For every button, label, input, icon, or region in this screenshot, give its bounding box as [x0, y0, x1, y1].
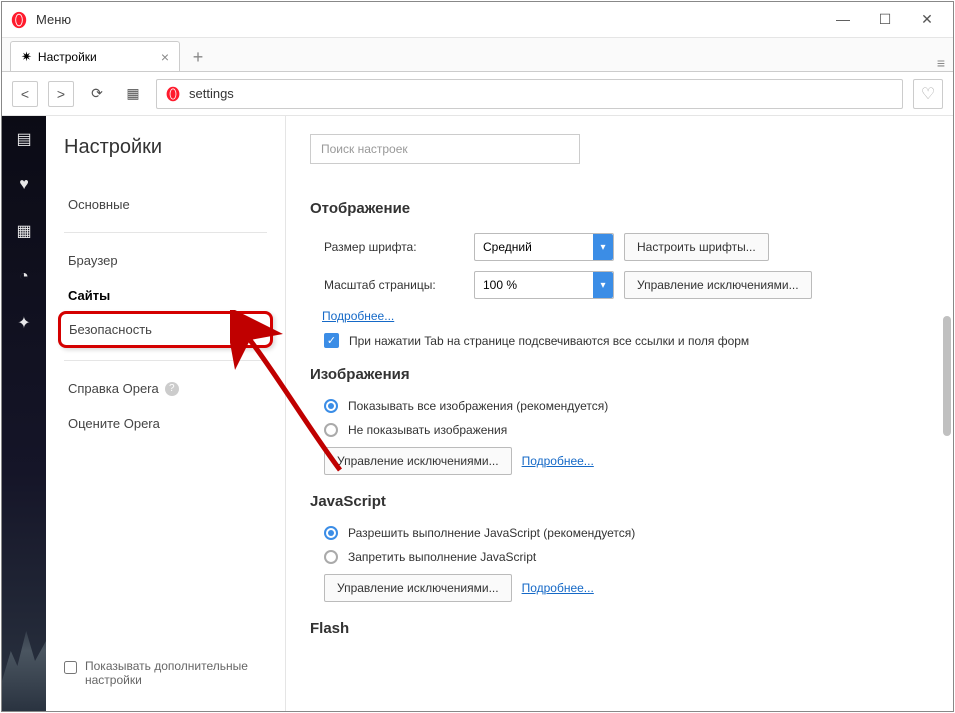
- url-text: settings: [189, 86, 234, 101]
- news-icon[interactable]: ▦: [13, 220, 35, 242]
- sidebar-title: Настройки: [64, 136, 267, 159]
- show-advanced-toggle[interactable]: Показывать дополнительные настройки: [64, 659, 267, 691]
- separator: [64, 232, 267, 233]
- sidebar-item-security[interactable]: Безопасность: [69, 320, 262, 339]
- tab-settings[interactable]: ✷ Настройки ×: [10, 41, 180, 71]
- section-flash-title: Flash: [310, 620, 929, 637]
- page-zoom-label: Масштаб страницы:: [324, 278, 464, 292]
- settings-main: Поиск настроек Отображение Размер шрифта…: [286, 116, 953, 711]
- js-block-radio[interactable]: [324, 550, 338, 564]
- tab-highlight-label: При нажатии Tab на странице подсвечивают…: [349, 334, 749, 348]
- show-advanced-checkbox[interactable]: [64, 661, 77, 674]
- display-more-link[interactable]: Подробнее...: [322, 309, 394, 323]
- bookmarks-icon[interactable]: ♥: [13, 174, 35, 196]
- back-button[interactable]: <: [12, 81, 38, 107]
- browser-window: Меню — ☐ ✕ ✷ Настройки × + ≡ < > ⟳ ▦ set…: [1, 1, 954, 712]
- opera-url-icon: [165, 86, 181, 102]
- images-more-link[interactable]: Подробнее...: [522, 454, 594, 468]
- gear-icon: ✷: [21, 49, 32, 65]
- js-allow-radio[interactable]: [324, 526, 338, 540]
- images-show-radio[interactable]: [324, 399, 338, 413]
- settings-sidebar: Настройки Основные Браузер Сайты Безопас…: [46, 116, 286, 711]
- highlight-annotation: Безопасность: [58, 311, 273, 348]
- sidebar-item-sites[interactable]: Сайты: [64, 278, 267, 313]
- help-icon: ?: [165, 382, 179, 396]
- close-button[interactable]: ✕: [915, 11, 939, 28]
- speed-dial-button[interactable]: ▦: [120, 81, 146, 107]
- chevron-down-icon: ▾: [593, 272, 613, 298]
- speed-dial-icon[interactable]: ▤: [13, 128, 35, 150]
- scrollbar[interactable]: [943, 316, 951, 436]
- history-icon[interactable]: ◔: [13, 266, 35, 288]
- sidebar-item-help[interactable]: Справка Opera ?: [64, 371, 267, 406]
- sidebar-item-rate[interactable]: Оцените Opera: [64, 406, 267, 441]
- images-exceptions-button[interactable]: Управление исключениями...: [324, 447, 512, 475]
- tab-menu-button[interactable]: ≡: [937, 55, 945, 71]
- section-images-title: Изображения: [310, 366, 929, 383]
- reload-button[interactable]: ⟳: [84, 81, 110, 107]
- separator: [64, 360, 267, 361]
- sidebar-item-browser[interactable]: Браузер: [64, 243, 267, 278]
- tab-close-icon[interactable]: ×: [161, 49, 169, 65]
- tab-highlight-checkbox[interactable]: ✓: [324, 333, 339, 348]
- font-size-select[interactable]: Средний ▾: [474, 233, 614, 261]
- search-input[interactable]: Поиск настроек: [310, 134, 580, 164]
- content-area: ▤ ♥ ▦ ◔ ✦ Настройки Основные Браузер Сай…: [2, 116, 953, 711]
- section-javascript-title: JavaScript: [310, 493, 929, 510]
- window-controls: — ☐ ✕: [831, 11, 945, 28]
- minimize-button[interactable]: —: [831, 11, 855, 28]
- font-size-label: Размер шрифта:: [324, 240, 464, 254]
- extensions-icon[interactable]: ✦: [13, 312, 35, 334]
- page-zoom-select[interactable]: 100 % ▾: [474, 271, 614, 299]
- url-input[interactable]: settings: [156, 79, 903, 109]
- sidebar-item-basic[interactable]: Основные: [64, 187, 267, 222]
- maximize-button[interactable]: ☐: [873, 11, 897, 28]
- chevron-down-icon: ▾: [593, 234, 613, 260]
- section-display-title: Отображение: [310, 200, 929, 217]
- left-icon-bar: ▤ ♥ ▦ ◔ ✦: [2, 116, 46, 711]
- js-exceptions-button[interactable]: Управление исключениями...: [324, 574, 512, 602]
- new-tab-button[interactable]: +: [184, 43, 212, 71]
- window-menu-label[interactable]: Меню: [36, 12, 71, 27]
- titlebar: Меню — ☐ ✕: [2, 2, 953, 38]
- tab-title: Настройки: [38, 50, 97, 64]
- tab-bar: ✷ Настройки × + ≡: [2, 38, 953, 72]
- js-more-link[interactable]: Подробнее...: [522, 581, 594, 595]
- images-hide-radio[interactable]: [324, 423, 338, 437]
- address-bar: < > ⟳ ▦ settings ♡: [2, 72, 953, 116]
- bookmark-button[interactable]: ♡: [913, 79, 943, 109]
- zoom-exceptions-button[interactable]: Управление исключениями...: [624, 271, 812, 299]
- opera-logo-icon: [10, 11, 28, 29]
- customize-fonts-button[interactable]: Настроить шрифты...: [624, 233, 769, 261]
- wallpaper-thumbnail: [2, 611, 46, 711]
- forward-button[interactable]: >: [48, 81, 74, 107]
